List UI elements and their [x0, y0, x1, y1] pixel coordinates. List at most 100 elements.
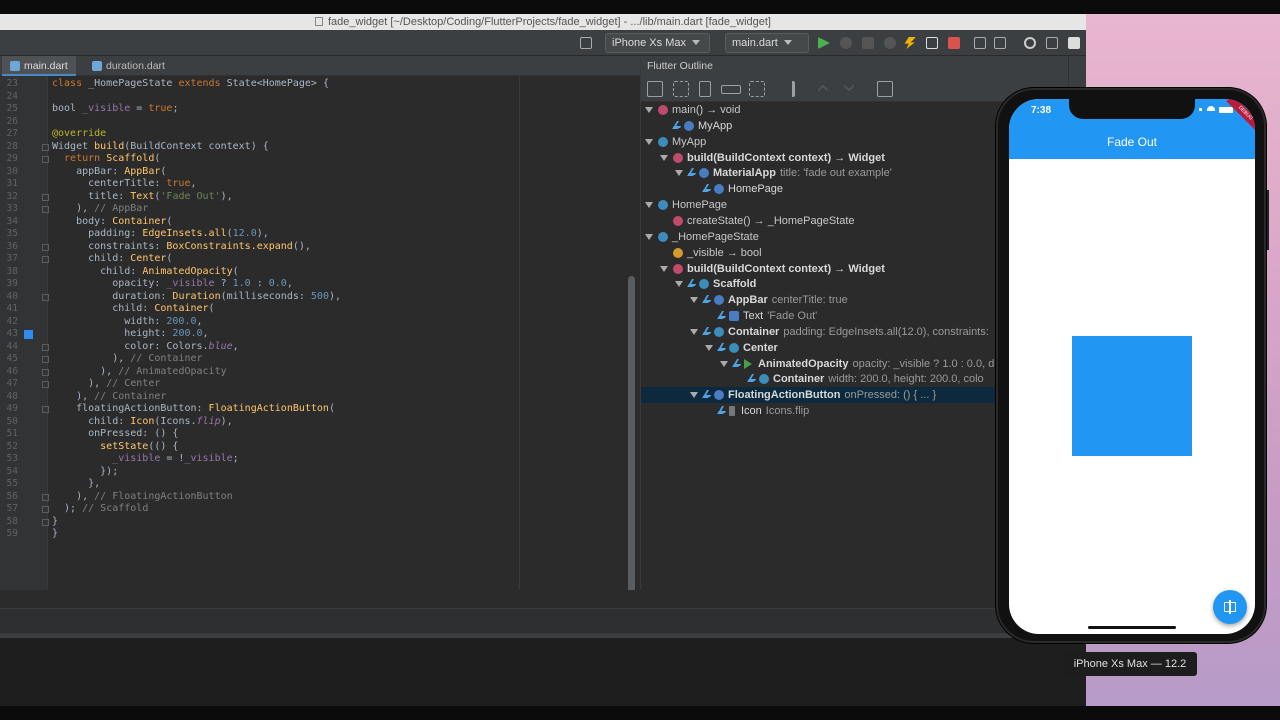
expand-arrow-icon[interactable]	[645, 202, 653, 209]
run-icon[interactable]	[818, 37, 830, 49]
fold-marker-icon[interactable]	[42, 256, 49, 263]
fold-marker-icon[interactable]	[42, 193, 49, 201]
fold-marker-icon[interactable]	[42, 368, 49, 376]
hot-reload-icon[interactable]	[904, 37, 916, 49]
outline-node-detail: Icons.flip	[765, 405, 810, 418]
widget-icon	[714, 390, 724, 401]
outline-node-name: Container	[728, 325, 780, 338]
ide-window: fade_widget [~/Desktop/Coding/FlutterPro…	[0, 14, 1086, 706]
stop-icon[interactable]	[948, 37, 960, 49]
code-token: duration:	[52, 290, 173, 302]
code-token: 'Fade Out'	[160, 190, 221, 202]
device-label: iPhone Xs Max — 12.2	[1063, 652, 1197, 676]
line-number: 41	[6, 303, 18, 314]
wrap-container-icon[interactable]	[749, 81, 765, 97]
expand-arrow-icon[interactable]	[705, 344, 713, 351]
move-up-icon[interactable]	[817, 84, 829, 96]
outline-node-name: HomePage	[672, 199, 728, 212]
class-icon	[658, 231, 668, 242]
code-editor[interactable]: 23 24 25 26 27 28 29 30 31 32 33 34 35 36 37 38 39 40 41 42…	[0, 76, 638, 590]
outline-node-name: Center	[743, 341, 778, 354]
fold-marker-icon[interactable]	[42, 406, 49, 413]
run-config-value: main.dart	[732, 37, 778, 49]
phone-screen[interactable]: 7:38 Fade Out DEBUG	[1009, 99, 1255, 634]
sdk-manager-icon[interactable]	[994, 37, 1006, 49]
class-icon	[759, 374, 769, 385]
device-manager-icon[interactable]	[580, 37, 592, 49]
code-token: (	[166, 253, 173, 264]
color-swatch-icon[interactable]	[24, 330, 33, 339]
run-config-selector[interactable]: main.dart	[725, 33, 809, 53]
line-number: 57	[6, 503, 18, 514]
fold-marker-icon[interactable]	[42, 206, 49, 213]
fold-marker-icon[interactable]	[42, 518, 49, 526]
code-line: onPressed: () {	[52, 428, 178, 441]
home-indicator[interactable]	[1088, 626, 1176, 629]
remove-widget-icon[interactable]	[877, 81, 893, 97]
add-padding-icon[interactable]	[673, 81, 689, 97]
center-widget-icon[interactable]	[647, 81, 663, 97]
debug-icon[interactable]	[840, 37, 852, 49]
expand-arrow-icon[interactable]	[690, 297, 698, 304]
expand-arrow-icon[interactable]	[720, 360, 728, 367]
device-selector[interactable]: iPhone Xs Max	[605, 33, 710, 53]
fold-marker-icon[interactable]	[42, 156, 49, 163]
code-line: appBar: AppBar(	[52, 166, 166, 179]
floating-action-button[interactable]	[1213, 590, 1247, 624]
editor-scrollbar[interactable]	[628, 276, 635, 590]
expand-arrow-icon[interactable]	[690, 328, 698, 335]
code-line: ), // Container	[52, 353, 202, 366]
search-icon[interactable]	[1024, 37, 1036, 49]
animated-blue-box	[1072, 336, 1192, 456]
expand-arrow-icon[interactable]	[675, 281, 683, 288]
outline-node-name: FloatingActionButton	[728, 389, 841, 402]
editor-tabs: main.dart duration.dart	[0, 56, 640, 76]
code-token: (	[208, 303, 215, 314]
flutter-inspector-icon[interactable]	[974, 37, 986, 49]
code-line: floatingActionButton: FloatingActionButt…	[52, 403, 335, 416]
code-token: (BuildContext context) {	[124, 140, 269, 152]
project-structure-icon[interactable]	[1046, 37, 1058, 49]
expand-arrow-icon[interactable]	[660, 154, 668, 161]
coverage-icon[interactable]	[884, 37, 896, 49]
line-number: 39	[6, 278, 18, 289]
flutter-logo-icon	[703, 390, 711, 400]
line-number: 29	[6, 153, 18, 164]
line-number: 59	[6, 528, 18, 539]
expand-arrow-icon[interactable]	[675, 170, 683, 177]
expand-arrow-icon[interactable]	[645, 233, 653, 240]
expand-arrow-icon[interactable]	[645, 138, 653, 145]
expand-arrow-icon[interactable]	[660, 265, 668, 272]
code-token: (	[154, 153, 161, 164]
wrap-column-icon[interactable]	[699, 81, 711, 97]
tab-duration-dart[interactable]: duration.dart	[84, 56, 173, 76]
fold-marker-icon[interactable]	[42, 506, 49, 513]
avatar-icon[interactable]	[1068, 37, 1080, 49]
outline-node-name: Text	[743, 310, 764, 323]
move-down-icon[interactable]	[843, 80, 855, 92]
wrap-row-icon[interactable]	[721, 85, 741, 94]
fold-marker-icon[interactable]	[42, 293, 49, 301]
fold-marker-icon[interactable]	[42, 381, 49, 388]
debug-banner: DEBUG	[1226, 99, 1255, 133]
outline-row-label: build(BuildContext context) → Widget	[687, 261, 885, 277]
fold-marker-icon[interactable]	[42, 143, 49, 151]
flutter-logo-icon	[703, 327, 711, 337]
code-token: _visible	[52, 453, 161, 464]
code-token: 1.0	[232, 278, 251, 289]
hot-restart-icon[interactable]	[926, 37, 938, 49]
code-token: }	[52, 528, 59, 539]
fold-marker-icon[interactable]	[42, 356, 49, 363]
fold-marker-icon[interactable]	[42, 493, 49, 501]
outline-node-name: build(BuildContext context) → Widget	[687, 151, 885, 164]
line-number: 43	[6, 328, 18, 339]
code-token: BoxConstraints.expand	[166, 240, 293, 252]
fold-marker-icon[interactable]	[42, 243, 49, 251]
fold-marker-icon[interactable]	[42, 343, 49, 351]
expand-arrow-icon[interactable]	[690, 392, 698, 399]
code-token: (),	[292, 240, 311, 252]
tab-main-dart[interactable]: main.dart	[2, 56, 76, 76]
profile-icon[interactable]	[862, 37, 874, 49]
expand-arrow-icon[interactable]	[645, 107, 653, 113]
wrap-stream-builder-icon[interactable]	[777, 81, 795, 97]
